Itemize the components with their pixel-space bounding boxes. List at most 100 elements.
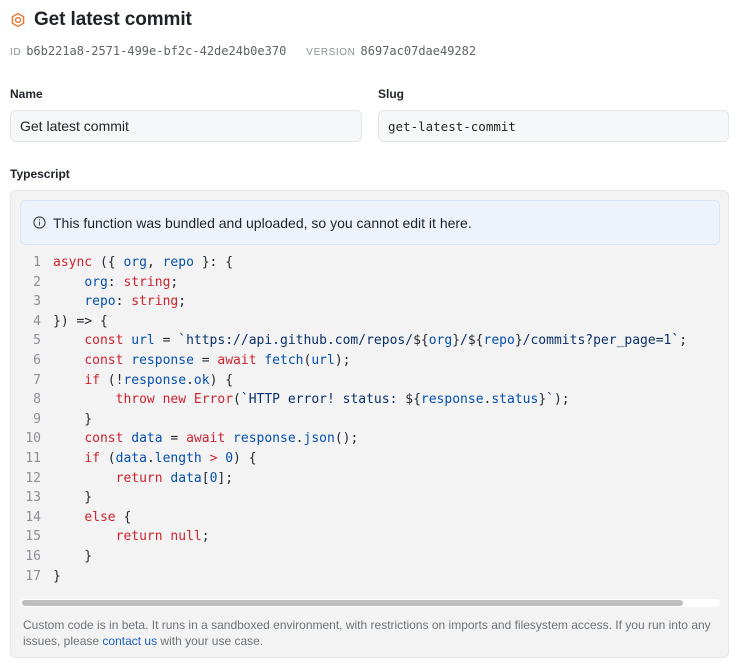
code-text: if (data.length > 0) { [53,449,257,469]
code-token: = [154,333,179,349]
line-number: 2 [33,274,41,290]
code-token: repo [483,333,515,349]
code-text: const data = await response.json(); [53,429,358,449]
code-text: return null; [53,527,210,547]
code-token: new [162,392,187,408]
code-token: string [123,274,171,290]
code-line[interactable]: 16 } [11,547,728,567]
code-text: org: string; [53,273,178,293]
code-line[interactable]: 12 return data[0]; [11,469,728,489]
code-token: fetch [264,352,304,368]
code-token: . [186,372,194,388]
code-token: await [186,431,226,447]
version-key: VERSION [306,47,356,58]
code-token: Error [193,392,234,408]
code-token: } [53,568,61,584]
code-token: response [233,431,296,447]
code-token: 0 [225,450,234,466]
typescript-label: Typescript [10,167,70,181]
code-token: `https://api.github.com/repos/ [178,333,414,349]
code-token: ) { [233,450,257,466]
line-number: 7 [33,372,41,388]
code-line[interactable]: 14 else { [11,508,728,528]
code-token: return [115,470,163,486]
code-token: , [146,255,163,270]
code-editor[interactable]: This function was bundled and uploaded, … [10,190,729,658]
code-text: } [53,488,92,508]
code-line[interactable]: 4}) => { [11,312,728,332]
code-line[interactable]: 1 async ({ org, repo }: { [11,253,728,273]
code-token: ( [99,450,116,466]
horizontal-scrollbar[interactable] [20,599,720,607]
id-value[interactable]: b6b221a8-2571-499e-bf2c-42de24b0e370 [26,44,286,58]
code-token: ${ [405,392,421,408]
code-text: if (!response.ok) { [53,371,233,391]
code-line[interactable]: 11 if (data.length > 0) { [11,449,728,469]
code-token: const [84,431,124,447]
code-token: ; [178,294,187,310]
code-token: (! [99,372,124,388]
code-line[interactable]: 5 const url = `https://api.github.com/re… [11,331,728,351]
scrollbar-thumb[interactable] [22,600,683,606]
code-line[interactable]: 3 repo: string; [11,292,728,312]
footnote-text-end: with your use case. [157,634,264,648]
code-token: response [420,392,484,408]
code-line[interactable]: 2 org: string; [11,273,728,293]
code-token: ${ [467,333,484,349]
line-number: 16 [25,548,41,564]
code-token: } [53,548,93,564]
code-token: }: { [193,255,234,270]
line-number: 5 [33,333,41,349]
code-token: ) { [209,372,234,388]
code-token: } [53,411,93,427]
name-label: Name [10,87,43,101]
code-token: else [84,509,116,525]
contact-us-link[interactable]: contact us [102,634,157,648]
code-token: org [84,274,108,290]
code-line[interactable]: 7 if (!response.ok) { [11,371,728,391]
code-token: org [428,333,453,349]
code-text: repo: string; [53,292,186,312]
code-line[interactable]: 9 } [11,410,728,430]
line-number: 1 [33,255,41,270]
code-line[interactable]: 10 const data = await response.json(); [11,429,728,449]
code-line[interactable]: 13 } [11,488,728,508]
slug-field[interactable]: get-latest-commit [378,110,729,142]
line-number: 8 [33,392,41,408]
code-line[interactable]: 15 return null; [11,527,728,547]
slug-label: Slug [378,87,404,101]
code-token: } [514,333,523,349]
code-token: if [84,450,100,466]
code-token: const [84,333,124,349]
code-token: /commits?per_page=1` [522,333,680,349]
line-number: 11 [25,450,41,466]
code-text: return data[0]; [53,469,233,489]
code-text: }) => { [53,312,108,332]
info-icon [33,216,46,229]
code-token: [ [201,470,210,486]
code-lines[interactable]: 1 async ({ org, repo }: {2 org: string; 3 … [11,253,728,589]
name-field[interactable]: Get latest commit [10,110,362,142]
code-token: } [538,392,547,408]
code-line[interactable]: 8 throw new Error(`HTTP error! status: $… [11,390,728,410]
code-token: ok [193,372,210,388]
code-text: const response = await fetch(url); [53,351,350,371]
code-token: ); [334,352,351,368]
code-token: . [295,431,304,447]
code-token: { [115,509,132,525]
code-line[interactable]: 17} [11,567,728,587]
code-token: ); [553,392,570,408]
code-line[interactable]: 6 const response = await fetch(url); [11,351,728,371]
line-number: 3 [33,294,41,310]
version-value[interactable]: 8697ac07dae49282 [361,44,477,58]
code-token: ; [679,333,688,349]
